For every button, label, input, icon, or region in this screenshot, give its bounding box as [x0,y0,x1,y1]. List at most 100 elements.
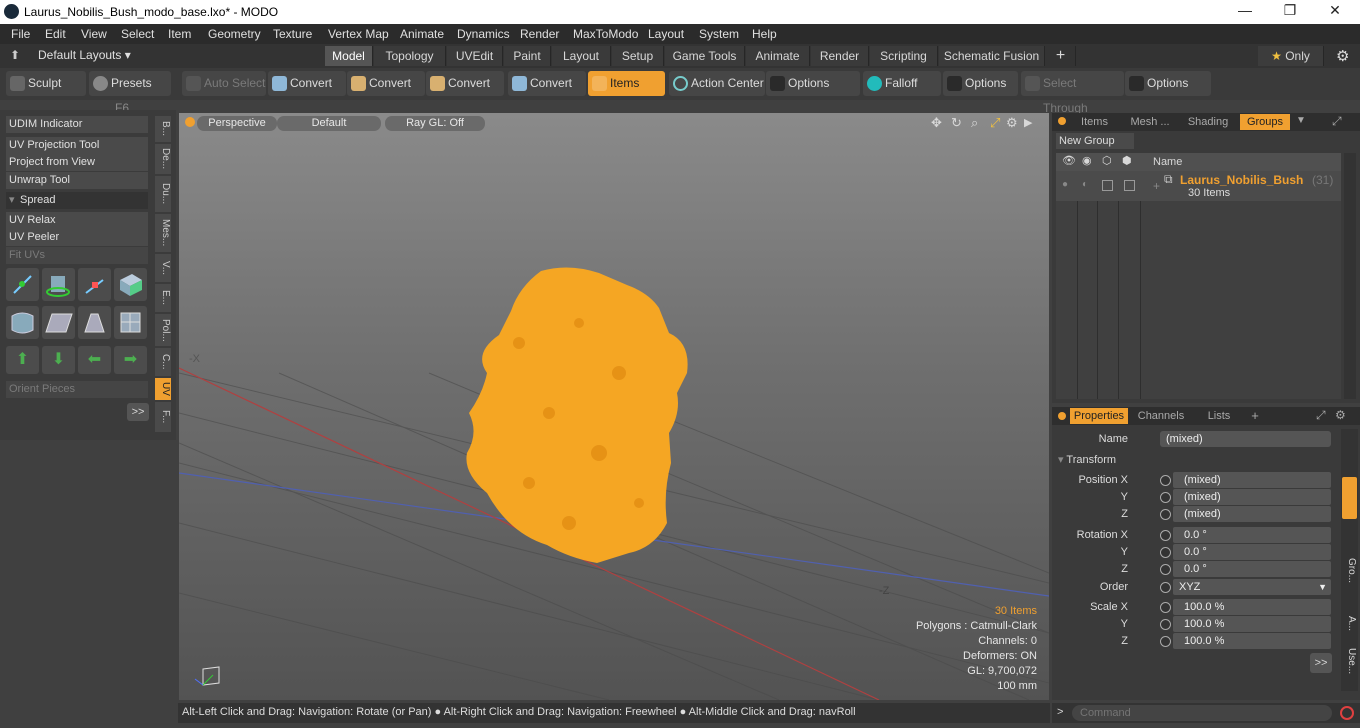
side-tab-groups[interactable]: Gro... [1342,547,1357,595]
panel-options-dot[interactable] [1058,117,1066,125]
menu-help[interactable]: Help [752,27,777,41]
menu-vertex-map[interactable]: Vertex Map [328,27,389,41]
command-input[interactable] [1072,705,1332,721]
menu-maxtomodo[interactable]: MaxToModo [573,27,638,41]
side-tab-active[interactable] [1342,477,1357,519]
panel-settings-icon[interactable]: ⚙ [1335,408,1346,422]
fit-uvs-button[interactable]: Fit UVs [6,247,148,264]
menu-render[interactable]: Render [520,27,559,41]
options-button-3[interactable]: Options [1125,71,1211,96]
position-x-key-icon[interactable] [1160,475,1171,486]
row-lock-checkbox[interactable] [1102,180,1113,191]
menu-file[interactable]: File [11,27,30,41]
scale-y-key-icon[interactable] [1160,619,1171,630]
name-field[interactable]: (mixed) [1160,431,1331,447]
tab-uvedit[interactable]: UVEdit [447,46,503,66]
raygl-toggle[interactable]: Ray GL: Off [385,116,485,131]
menu-system[interactable]: System [699,27,739,41]
auto-select-button[interactable]: Auto Select [182,71,266,96]
tab-groups[interactable]: Groups [1240,114,1290,130]
sculpt-button[interactable]: Sculpt [6,71,86,96]
uv-projection-tool-button[interactable]: UV Projection Tool [6,137,148,154]
rotation-x-field[interactable]: 0.0 ° [1173,527,1331,543]
lock-icon[interactable]: ⬡ [1102,154,1112,167]
menu-animate[interactable]: Animate [400,27,444,41]
spread-section-header[interactable]: ▾ Spread [6,192,148,209]
menu-item[interactable]: Item [168,27,191,41]
tab-layout[interactable]: Layout [552,46,611,66]
tab-render[interactable]: Render [811,46,869,66]
row-eye-icon[interactable]: ● [1062,179,1068,190]
scale-x-field[interactable]: 100.0 % [1173,599,1331,615]
row-render-icon[interactable]: ◐ [1082,179,1088,190]
align-down-icon[interactable]: ⬇ [42,346,75,374]
zoom-icon[interactable]: ⌕ [971,115,978,131]
minimize-icon[interactable]: — [1230,2,1260,18]
convert-button-2[interactable]: Convert [347,71,425,96]
tab-game-tools[interactable]: Game Tools [665,46,745,66]
viewport-expand-icon[interactable]: ▶ [1024,116,1032,129]
tab-animate[interactable]: Animate [746,46,810,66]
fit-view-icon[interactable]: ⤢ [990,115,1000,131]
scale-y-field[interactable]: 100.0 % [1173,616,1331,632]
close-icon[interactable]: ✕ [1320,2,1350,19]
select-icon[interactable]: ⬢ [1122,154,1132,167]
viewport-settings-icon[interactable]: ⚙ [1006,115,1018,131]
items-mode-button[interactable]: Items [588,71,665,96]
side-tab-b[interactable]: B... [155,116,171,142]
udim-indicator-button[interactable]: UDIM Indicator [6,116,148,133]
tab-channels[interactable]: Channels [1136,408,1186,424]
rotation-y-field[interactable]: 0.0 ° [1173,544,1331,560]
side-tab-du[interactable]: Du... [155,176,171,212]
uv-relax-button[interactable]: UV Relax [6,212,148,229]
tab-dropdown-icon[interactable]: ▼ [1296,115,1306,126]
tab-model[interactable]: Model [325,46,373,66]
falloff-button[interactable]: Falloff [863,71,941,96]
side-tab-c[interactable]: C... [155,348,171,376]
menu-select[interactable]: Select [121,27,154,41]
gear-icon[interactable]: ⚙ [1336,47,1349,65]
rotate-view-icon[interactable]: ↻ [951,115,962,131]
3d-viewport[interactable]: Perspective Default Ray GL: Off ✥ ↻ ⌕ ⤢ … [179,113,1049,700]
rotation-z-key-icon[interactable] [1160,564,1171,575]
scale-x-key-icon[interactable] [1160,602,1171,613]
side-tab-user[interactable]: Use... [1342,641,1357,681]
side-tab-uv[interactable]: UV [155,378,171,400]
side-tab-mes[interactable]: Mes... [155,214,171,252]
position-x-field[interactable]: (mixed) [1173,472,1331,488]
position-y-key-icon[interactable] [1160,492,1171,503]
only-toggle[interactable]: ★ Only [1258,46,1324,66]
viewport-options-dot[interactable] [185,117,195,127]
perspective-dropdown[interactable]: Perspective [197,116,277,131]
menu-geometry[interactable]: Geometry [208,27,261,41]
uv-peeler-button[interactable]: UV Peeler [6,229,148,246]
select-through-button[interactable]: Select Through [1021,71,1124,115]
options-button-1[interactable]: Options [766,71,860,96]
menu-texture[interactable]: Texture [273,27,312,41]
tab-scripting[interactable]: Scripting [870,46,938,66]
record-icon[interactable] [1340,706,1354,720]
menu-edit[interactable]: Edit [45,27,66,41]
project-from-view-button[interactable]: Project from View [6,154,148,171]
order-dropdown[interactable]: XYZ ▼ [1173,579,1331,595]
scale-z-key-icon[interactable] [1160,636,1171,647]
convert-button-1[interactable]: Convert [268,71,346,96]
uv-cylinder-map-icon[interactable] [6,306,39,339]
side-tab-a[interactable]: A... [1342,609,1357,639]
tab-shading[interactable]: Shading [1182,114,1234,130]
maximize-icon[interactable]: ❐ [1275,2,1305,19]
uv-scale-icon[interactable] [78,268,111,301]
presets-button[interactable]: Presets F6 [89,71,171,115]
name-column-header[interactable]: Name [1153,156,1182,168]
panel-options-dot[interactable] [1058,412,1066,420]
tab-schematic-fusion[interactable]: Schematic Fusion [939,46,1045,66]
menu-layout[interactable]: Layout [648,27,684,41]
tab-lists[interactable]: Lists [1194,408,1244,424]
render-icon[interactable]: ◉ [1082,154,1092,167]
shading-default-dropdown[interactable]: Default [277,116,381,131]
panel-maximize-icon[interactable]: ⤢ [1316,408,1326,423]
tab-items[interactable]: Items [1072,114,1117,130]
transform-section-header[interactable]: ▾ Transform [1058,453,1116,466]
align-right-icon[interactable]: ➡ [114,346,147,374]
new-group-button[interactable]: New Group [1056,133,1134,149]
